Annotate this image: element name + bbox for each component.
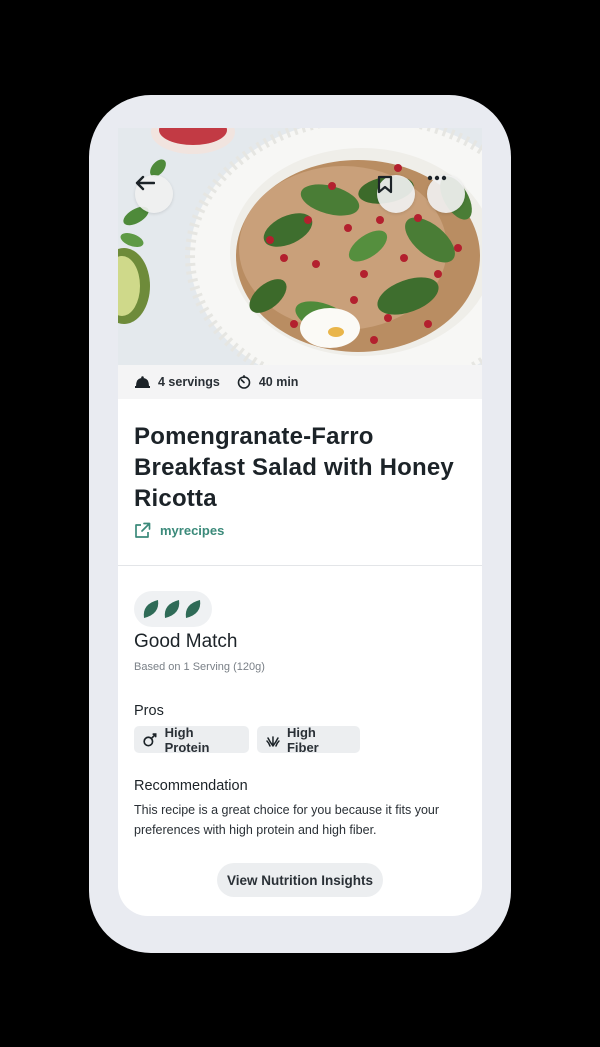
- pro-tag-high-fiber: High Fiber: [257, 724, 360, 755]
- fiber-icon: [266, 736, 280, 747]
- recipe-screen: 4 servings 40 min Pomengranate-Farro Bre…: [118, 128, 482, 916]
- bookmark-button[interactable]: [377, 175, 415, 213]
- pro-tag-high-protein: High Protein: [134, 724, 249, 755]
- section-divider: [118, 565, 482, 566]
- match-label: Good Match: [134, 631, 238, 652]
- leaf-rating-icon: [143, 600, 201, 618]
- recommendation-text: This recipe is a great choice for you be…: [134, 803, 440, 837]
- time-info: 40 min: [237, 375, 299, 389]
- back-button[interactable]: [135, 175, 173, 213]
- time-text: 40 min: [258, 375, 299, 389]
- bookmark-icon: [377, 175, 393, 194]
- cloche-icon: [135, 376, 150, 388]
- salad-photo-illustration: [118, 128, 482, 365]
- recommendation-heading: Recommendation: [134, 778, 248, 794]
- view-nutrition-insights-button[interactable]: View Nutrition Insights: [217, 863, 383, 897]
- external-link-icon: [135, 522, 151, 538]
- arrow-left-icon: [135, 175, 155, 191]
- recipe-title: Pomengranate-Farro Breakfast Salad with …: [134, 423, 454, 512]
- protein-icon: [143, 733, 157, 747]
- recipe-photo: [118, 128, 482, 365]
- source-name: myrecipes: [160, 523, 225, 538]
- recipe-meta-bar: 4 servings 40 min: [118, 365, 482, 399]
- recipe-source-link[interactable]: myrecipes: [134, 522, 224, 539]
- serving-basis: Based on 1 Serving (120g): [134, 661, 265, 673]
- timer-icon: [237, 375, 251, 389]
- match-rating-badge: [134, 591, 212, 627]
- more-options-button[interactable]: [427, 175, 465, 213]
- pro-tag-label: High Protein: [164, 724, 210, 755]
- pros-heading: Pros: [134, 703, 164, 719]
- pro-tag-label: High Fiber: [286, 724, 319, 755]
- more-dots-icon: [427, 175, 447, 181]
- servings-text: 4 servings: [158, 375, 220, 389]
- servings-info: 4 servings: [135, 375, 220, 389]
